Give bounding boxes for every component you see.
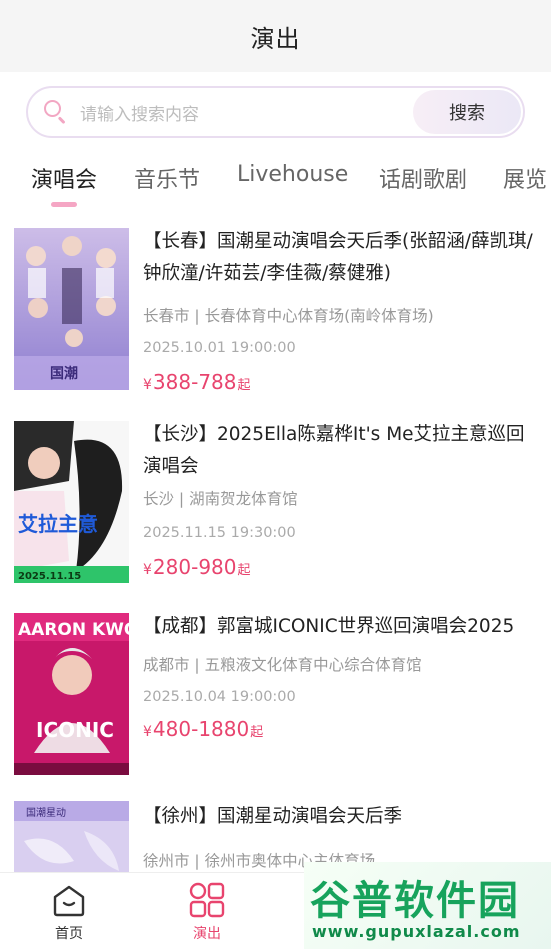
- event-poster[interactable]: AARON KWOK ICONIC: [14, 613, 129, 775]
- event-title[interactable]: 【徐州】国潮星动演唱会天后季: [143, 801, 535, 833]
- tab-exhibition[interactable]: 展览: [503, 162, 547, 194]
- price-currency: ¥: [143, 562, 152, 578]
- event-time: 2025.10.04 19:00:00: [143, 689, 296, 705]
- event-poster[interactable]: 艾拉主意 2025.11.15: [14, 421, 129, 583]
- watermark-text: 谷普软件园: [310, 878, 520, 924]
- event-price: ¥ 480-1880 起: [143, 717, 263, 741]
- event-venue: 长沙 | 湖南贺龙体育馆: [143, 490, 298, 508]
- watermark-url: www.gupuxlazal.com: [312, 922, 521, 941]
- top-header: 演出: [0, 0, 551, 72]
- price-currency: ¥: [143, 377, 152, 393]
- price-suffix: 起: [237, 563, 251, 578]
- price-currency: ¥: [143, 724, 152, 740]
- search-icon: [42, 99, 68, 125]
- tabbar-item-shows[interactable]: 演出: [167, 881, 247, 943]
- tabbar-label-shows: 演出: [193, 926, 221, 942]
- price-suffix: 起: [237, 378, 251, 393]
- search-bar[interactable]: 请输入搜索内容 搜索: [26, 86, 525, 138]
- event-title[interactable]: 【长春】国潮星动演唱会天后季(张韶涵/薛凯琪/钟欣潼/许茹芸/李佳薇/蔡健雅): [143, 226, 535, 290]
- tab-drama-opera[interactable]: 话剧歌剧: [379, 162, 467, 194]
- event-time: 2025.11.15 19:30:00: [143, 525, 296, 541]
- poster-title-text: 国潮: [50, 365, 78, 382]
- search-button[interactable]: 搜索: [413, 90, 521, 134]
- active-tab-indicator: [51, 202, 77, 207]
- poster-title-text: 国潮星动: [26, 806, 66, 819]
- event-poster[interactable]: 国潮: [14, 228, 129, 390]
- tab-livehouse[interactable]: Livehouse: [237, 162, 348, 187]
- event-price: ¥ 388-788 起: [143, 370, 251, 394]
- tabbar-label-home: 首页: [55, 926, 83, 942]
- tab-concert[interactable]: 演唱会: [31, 162, 97, 194]
- event-item[interactable]: AARON KWOK ICONIC 【成都】郭富城ICONIC世界巡回演唱会20…: [0, 603, 551, 783]
- poster-title-text: 艾拉主意: [18, 512, 98, 536]
- price-value: 480-1880: [152, 717, 250, 741]
- tabbar-item-home[interactable]: 首页: [29, 881, 109, 943]
- price-suffix: 起: [250, 725, 264, 740]
- search-area: 请输入搜索内容 搜索: [0, 72, 551, 152]
- event-time: 2025.10.01 19:00:00: [143, 340, 296, 356]
- home-icon: [50, 881, 88, 919]
- grid-icon: [188, 881, 226, 919]
- poster-date-text: 2025.11.15: [18, 571, 81, 582]
- page-title: 演出: [250, 24, 301, 53]
- price-value: 388-788: [152, 370, 237, 394]
- event-venue: 长春市 | 长春体育中心体育场(南岭体育场): [143, 307, 434, 325]
- event-item[interactable]: 国潮 【长春】国潮星动演唱会天后季(张韶涵/薛凯琪/钟欣潼/许茹芸/李佳薇/蔡健…: [0, 218, 551, 398]
- poster-title-text: AARON KWOK: [18, 620, 129, 640]
- event-title[interactable]: 【成都】郭富城ICONIC世界巡回演唱会2025: [143, 611, 535, 643]
- event-price: ¥ 280-980 起: [143, 555, 251, 579]
- event-venue: 成都市 | 五粮液文化体育中心综合体育馆: [143, 656, 422, 674]
- poster-subtitle-text: ICONIC: [36, 718, 114, 742]
- watermark: 谷普软件园 www.gupuxlazal.com: [304, 862, 551, 949]
- price-value: 280-980: [152, 555, 237, 579]
- event-title[interactable]: 【长沙】2025Ella陈嘉桦It's Me艾拉主意巡回演唱会: [143, 419, 535, 483]
- tab-music-festival[interactable]: 音乐节: [134, 162, 200, 194]
- category-tabs: 演唱会 音乐节 Livehouse 话剧歌剧 展览: [0, 152, 551, 218]
- event-item[interactable]: 艾拉主意 2025.11.15 【长沙】2025Ella陈嘉桦It's Me艾拉…: [0, 411, 551, 591]
